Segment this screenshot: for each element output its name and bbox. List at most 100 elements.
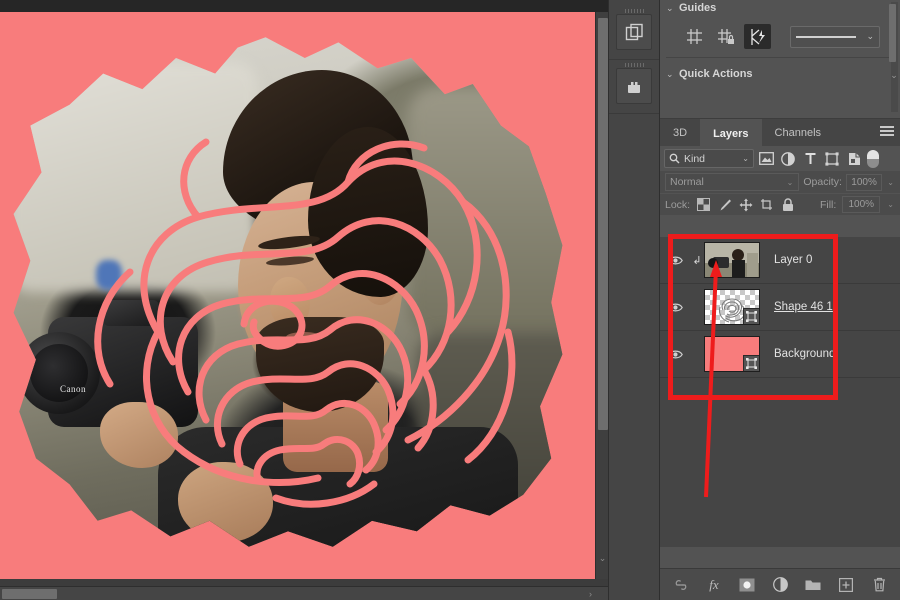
guide-stroke-style-dropdown[interactable]: ⌄ bbox=[790, 25, 880, 48]
layers-panel: 3D Layers Channels Kind ⌄ Normal ⌄ Opaci… bbox=[660, 118, 900, 600]
blend-mode-dropdown[interactable]: Normal ⌄ bbox=[665, 173, 800, 191]
section-divider bbox=[666, 57, 894, 58]
eye-icon bbox=[667, 303, 683, 311]
filter-kind-label: Kind bbox=[684, 152, 706, 165]
dock-divider-2 bbox=[609, 113, 659, 114]
new-adjustment-layer-button[interactable] bbox=[772, 576, 789, 593]
stroke-preview-line bbox=[796, 35, 856, 38]
filter-pixel-layers-button[interactable] bbox=[756, 149, 776, 168]
canvas-hscroll-right-arrow[interactable]: › bbox=[589, 587, 592, 600]
blend-mode-value: Normal bbox=[670, 176, 704, 188]
opacity-input[interactable]: 100% bbox=[845, 173, 883, 191]
dock-divider bbox=[609, 59, 659, 60]
layer-thumbnail[interactable] bbox=[704, 289, 760, 325]
canvas-vertical-scrollbar[interactable]: ⌄ bbox=[595, 12, 608, 579]
chevron-down-icon[interactable]: ⌄ bbox=[666, 69, 679, 80]
smart-object-icon bbox=[848, 152, 860, 165]
filter-smart-object-button[interactable] bbox=[844, 149, 864, 168]
layer-name-label[interactable]: Shape 46 1 bbox=[774, 301, 833, 313]
adjustments-panel-button[interactable] bbox=[616, 63, 652, 104]
filter-type-layers-button[interactable] bbox=[800, 149, 820, 168]
guides-smart-icon-button[interactable] bbox=[744, 24, 771, 49]
properties-panel: ⌄ ⌄ Guides ⌄ ⌄ Quick Actions bbox=[660, 0, 900, 118]
canvas-vscroll-thumb[interactable] bbox=[598, 18, 608, 430]
lock-artboard-button[interactable] bbox=[759, 197, 774, 212]
guides-grid-icon-button[interactable] bbox=[680, 24, 707, 49]
lock-row: Lock: Fill: 100% ⌄ bbox=[660, 193, 900, 215]
quick-actions-section-header[interactable]: ⌄ Quick Actions bbox=[660, 64, 900, 84]
layer-visibility-toggle[interactable] bbox=[660, 349, 690, 360]
hamburger-icon[interactable] bbox=[880, 126, 894, 138]
opacity-chevron-down-icon[interactable]: ⌄ bbox=[886, 178, 895, 187]
vector-mask-badge[interactable] bbox=[743, 355, 759, 371]
table-row[interactable]: Background bbox=[660, 331, 900, 378]
tab-3d[interactable]: 3D bbox=[660, 119, 700, 146]
document-canvas[interactable]: Canon bbox=[0, 12, 605, 579]
chevron-down-icon[interactable]: ⌄ bbox=[666, 3, 679, 14]
fill-input[interactable]: 100% bbox=[842, 196, 881, 213]
lock-position-button[interactable] bbox=[738, 197, 753, 212]
vector-mask-badge[interactable] bbox=[743, 308, 759, 324]
folder-icon bbox=[805, 580, 821, 590]
properties-scrollbar-thumb[interactable] bbox=[889, 4, 896, 62]
lock-transparent-pixels-icon bbox=[697, 198, 711, 211]
fill-chevron-down-icon[interactable]: ⌄ bbox=[886, 200, 895, 209]
libraries-panel-button[interactable] bbox=[616, 9, 652, 50]
properties-scrollbar-track[interactable] bbox=[889, 2, 898, 112]
link-layers-button[interactable] bbox=[673, 576, 690, 593]
chevron-down-icon[interactable]: ⌄ bbox=[866, 31, 874, 42]
guides-section-header[interactable]: ⌄ Guides bbox=[660, 0, 900, 18]
mask-icon bbox=[739, 578, 755, 591]
half-circle-icon bbox=[772, 577, 788, 592]
layer-visibility-toggle[interactable] bbox=[660, 302, 690, 313]
fx-icon: fx bbox=[709, 576, 719, 592]
chevron-down-icon[interactable]: ⌄ bbox=[786, 178, 795, 187]
new-group-button[interactable] bbox=[805, 576, 822, 593]
right-panel-column: ⌄ ⌄ Guides ⌄ ⌄ Quick Actions 3D Layers C… bbox=[660, 0, 900, 600]
adjustment-layers-icon bbox=[781, 151, 795, 166]
shape-layers-icon bbox=[825, 151, 839, 166]
table-row[interactable]: ↲ Layer 0 bbox=[660, 237, 900, 284]
artwork: Canon bbox=[0, 12, 605, 579]
guides-lock-icon-button[interactable] bbox=[712, 24, 739, 49]
rose-spiral-strokes bbox=[94, 138, 516, 508]
panel-tab-bar: 3D Layers Channels bbox=[660, 119, 900, 146]
lock-position-icon bbox=[739, 198, 753, 211]
filter-kind-dropdown[interactable]: Kind ⌄ bbox=[664, 149, 754, 168]
trash-icon bbox=[873, 577, 885, 592]
tab-layers[interactable]: Layers bbox=[700, 119, 762, 146]
new-layer-button[interactable] bbox=[838, 576, 855, 593]
layer-thumbnail[interactable] bbox=[704, 242, 760, 278]
lock-image-pixels-button[interactable] bbox=[717, 197, 732, 212]
layer-thumbnail[interactable] bbox=[704, 336, 760, 372]
lock-all-icon bbox=[782, 197, 793, 211]
lock-transparent-pixels-button[interactable] bbox=[696, 197, 711, 212]
panel-grip bbox=[625, 9, 645, 13]
layer-name-label[interactable]: Background bbox=[774, 348, 835, 360]
filter-adjustment-layers-button[interactable] bbox=[778, 149, 798, 168]
properties-scroll-down-chevron[interactable]: ⌄ bbox=[888, 70, 900, 84]
layer-name-label[interactable]: Layer 0 bbox=[774, 254, 812, 266]
panel-grip-2 bbox=[625, 63, 645, 67]
layer-style-button[interactable]: fx bbox=[706, 576, 723, 593]
canvas-area[interactable]: Canon ⌄ › bbox=[0, 0, 608, 600]
guides-toolbar: ⌄ bbox=[660, 18, 900, 55]
filter-enable-toggle[interactable] bbox=[867, 149, 879, 168]
table-row[interactable]: Shape 46 1 bbox=[660, 284, 900, 331]
delete-layer-button[interactable] bbox=[871, 576, 888, 593]
chevron-down-icon[interactable]: ⌄ bbox=[742, 154, 749, 163]
clipping-mask-arrow-icon: ↲ bbox=[692, 254, 702, 267]
canvas-hscroll-thumb[interactable] bbox=[2, 589, 57, 599]
collapsed-panel-dock bbox=[608, 0, 660, 600]
layer-thumbnail-image bbox=[705, 243, 759, 277]
eye-icon bbox=[667, 350, 683, 358]
filter-shape-layers-button[interactable] bbox=[822, 149, 842, 168]
layers-stack-icon bbox=[625, 23, 643, 40]
add-layer-mask-button[interactable] bbox=[739, 576, 756, 593]
canvas-horizontal-scrollbar[interactable]: › bbox=[0, 586, 608, 600]
layer-list[interactable]: ↲ Layer 0 Shape 46 1 Background bbox=[660, 237, 900, 547]
tab-channels[interactable]: Channels bbox=[762, 119, 834, 146]
layer-visibility-toggle[interactable] bbox=[660, 255, 690, 266]
lock-all-button[interactable] bbox=[780, 197, 795, 212]
search-icon bbox=[669, 153, 680, 164]
